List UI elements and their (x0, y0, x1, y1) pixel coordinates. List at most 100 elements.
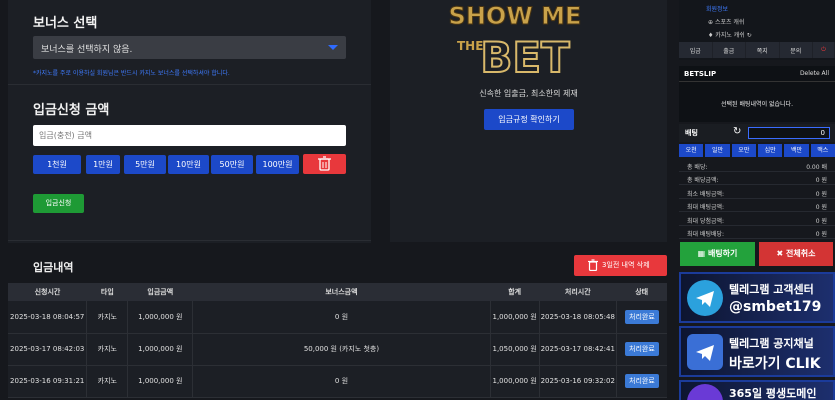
table-header-row: 신청시간 타입 입금금액 보너스금액 합계 처리시간 상태 (8, 283, 667, 301)
nav-inquiry-label: 문의 (790, 47, 802, 55)
status-badge: 처리완료 (625, 342, 659, 356)
info-key: 최대 배팅배당: (687, 231, 725, 238)
quick-stake-buttons: 오천 일만 오만 십만 백만 맥스 (679, 144, 835, 157)
amount-10k-button[interactable]: 1만원 (86, 155, 120, 174)
quick-stake-button[interactable]: 맥스 (810, 144, 835, 157)
status-badge: 처리완료 (625, 309, 659, 324)
bonus-section-title: 보너스 선택 (33, 16, 98, 31)
place-bet-label: 배팅하기 (707, 249, 738, 258)
telegram-notice-banner[interactable]: 텔레그램 공지채널 바로가기 CLIK (679, 326, 835, 377)
status-badge: 처리완료 (625, 374, 659, 388)
account-label: 회원정보 (706, 6, 729, 13)
banner-line2: @smbet179 (729, 299, 822, 315)
table-row: 2025-03-18 08:04:57 카지노 1,000,000 원 0 원 … (8, 301, 667, 333)
cell-amount: 1,000,000 원 (127, 301, 194, 333)
cell-amount: 1,000,000 원 (127, 365, 194, 397)
info-value: 0 원 (815, 177, 827, 184)
bonus-select[interactable]: 보너스를 선택하지 않음. (33, 36, 346, 59)
table-row: 2025-03-17 08:42:03 카지노 1,000,000 원 50,0… (8, 333, 667, 365)
svg-text:BET: BET (480, 33, 570, 78)
amount-500k-button[interactable]: 50만원 (211, 155, 253, 174)
cancel-all-button[interactable]: ✖ 전체취소 (759, 242, 833, 266)
info-value: 0.00 배 (806, 164, 827, 171)
quick-stake-button[interactable]: 일만 (705, 144, 730, 157)
info-value: 0 원 (815, 191, 827, 198)
trash-icon (588, 259, 598, 271)
clear-amount-button[interactable] (303, 154, 346, 174)
cell-total: 1,000,000 원 (490, 365, 540, 397)
banner-line1: 365일 평생도메인 (729, 387, 817, 400)
nav-withdraw[interactable]: 출금 (712, 42, 746, 58)
domain-banner[interactable]: 365일 평생도메인 (679, 380, 835, 400)
nav-messages-label: 쪽지 (756, 47, 768, 55)
amount-1k-button[interactable]: 1천원 (33, 155, 81, 174)
cell-total: 1,050,000 원 (490, 333, 540, 365)
account-nav: 입금 출금 쪽지 문의 ⏻ (679, 42, 835, 58)
deposit-history-title: 입금내역 (33, 261, 74, 274)
info-key: 총 배당: (687, 164, 708, 171)
place-bet-button[interactable]: ▦ 배팅하기 (680, 242, 755, 266)
info-value: 0 원 (815, 231, 827, 238)
telegram-support-banner[interactable]: 텔레그램 고객센터 @smbet179 (679, 272, 835, 323)
cell-request-time: 2025-03-17 08:42:03 (8, 333, 88, 365)
cell-processed-time: 2025-03-17 08:42:41 (539, 333, 617, 365)
cell-type: 카지노 (86, 333, 129, 365)
info-row: 총 배당금액: 0 원 (679, 172, 835, 185)
cell-bonus: 0 원 (192, 301, 491, 333)
quick-stake-button[interactable]: 십만 (757, 144, 783, 157)
deposit-amount-title: 입금신청 금액 (33, 103, 110, 118)
svg-text:SHOW ME: SHOW ME (449, 2, 582, 30)
stake-input[interactable]: 0 (748, 127, 830, 139)
cell-type: 카지노 (86, 365, 129, 397)
nav-withdraw-label: 출금 (723, 47, 735, 55)
nav-messages[interactable]: 쪽지 (746, 42, 780, 58)
cell-request-time: 2025-03-16 09:31:21 (8, 365, 88, 397)
info-key: 최대 당첨금액: (687, 218, 725, 225)
column-header: 합계 (508, 288, 522, 296)
cell-processed-time: 2025-03-16 09:32:02 (539, 365, 617, 397)
cell-status: 처리완료 (616, 365, 667, 397)
amount-100k-button[interactable]: 10만원 (168, 155, 209, 174)
nav-deposit[interactable]: 입금 (679, 42, 713, 58)
telegram-icon (687, 280, 723, 316)
deposit-history-table: 신청시간 타입 입금금액 보너스금액 합계 처리시간 상태 2025-03-18… (8, 283, 667, 398)
show-me-the-bet-logo: SHOW ME THE BET (445, 0, 586, 78)
cell-status: 처리완료 (616, 333, 667, 365)
column-header: 상태 (635, 288, 649, 296)
column-header: 타입 (100, 288, 114, 296)
cell-bonus: 50,000 원 (카지노 첫충) (192, 333, 491, 365)
sports-cash-row: ⊕ 스포츠 캐쉬 (708, 19, 745, 26)
info-value: 0 원 (815, 204, 827, 211)
casino-cash-label: 카지노 캐쉬 (715, 32, 745, 39)
info-row: 최대 당첨금액: 0 원 (679, 213, 835, 226)
amount-1m-button[interactable]: 100만원 (256, 155, 299, 174)
nav-inquiry[interactable]: 문의 (779, 42, 813, 58)
cell-status: 처리완료 (616, 301, 667, 333)
cell-amount: 1,000,000 원 (127, 333, 194, 365)
refresh-icon[interactable]: ↻ (733, 126, 741, 137)
deposit-submit-button[interactable]: 입금신청 (33, 194, 84, 213)
deposit-amount-input[interactable] (33, 125, 346, 146)
info-key: 최대 배팅금액: (687, 204, 725, 211)
bonus-note: *카지노를 주로 이용하실 회원님은 반드시 카지노 보너스를 선택하셔야 합니… (33, 70, 230, 77)
chip-icon (687, 384, 723, 400)
betslip-title: BETSLIP (684, 70, 717, 78)
power-icon[interactable]: ⏻ (813, 42, 835, 58)
banner-line2: 바로가기 CLIK (729, 356, 821, 372)
cell-processed-time: 2025-03-18 08:05:48 (539, 301, 617, 333)
deposit-page: 보너스 선택 보너스를 선택하지 않음. *카지노를 주로 이용하실 회원님은 … (0, 0, 835, 400)
banner-line1: 텔레그램 공지채널 (729, 337, 814, 350)
stake-row: 배팅 ↻ 0 (679, 124, 835, 142)
refresh-icon[interactable]: ↻ (747, 32, 752, 39)
bonus-select-value: 보너스를 선택하지 않음. (41, 45, 133, 55)
delete-old-history-button[interactable]: 3일전 내역 삭제 (574, 255, 667, 276)
cell-type: 카지노 (86, 301, 129, 333)
quick-stake-button[interactable]: 오만 (731, 144, 756, 157)
amount-50k-button[interactable]: 5만원 (124, 155, 166, 174)
delete-all-button[interactable]: Delete All (800, 70, 829, 77)
quick-stake-button[interactable]: 백만 (784, 144, 809, 157)
deposit-rules-button[interactable]: 입금규정 확인하기 (484, 109, 574, 130)
quick-stake-button[interactable]: 오천 (679, 144, 704, 157)
table-row: 2025-03-16 09:31:21 카지노 1,000,000 원 0 원 … (8, 365, 667, 397)
cell-request-time: 2025-03-18 08:04:57 (8, 301, 88, 333)
